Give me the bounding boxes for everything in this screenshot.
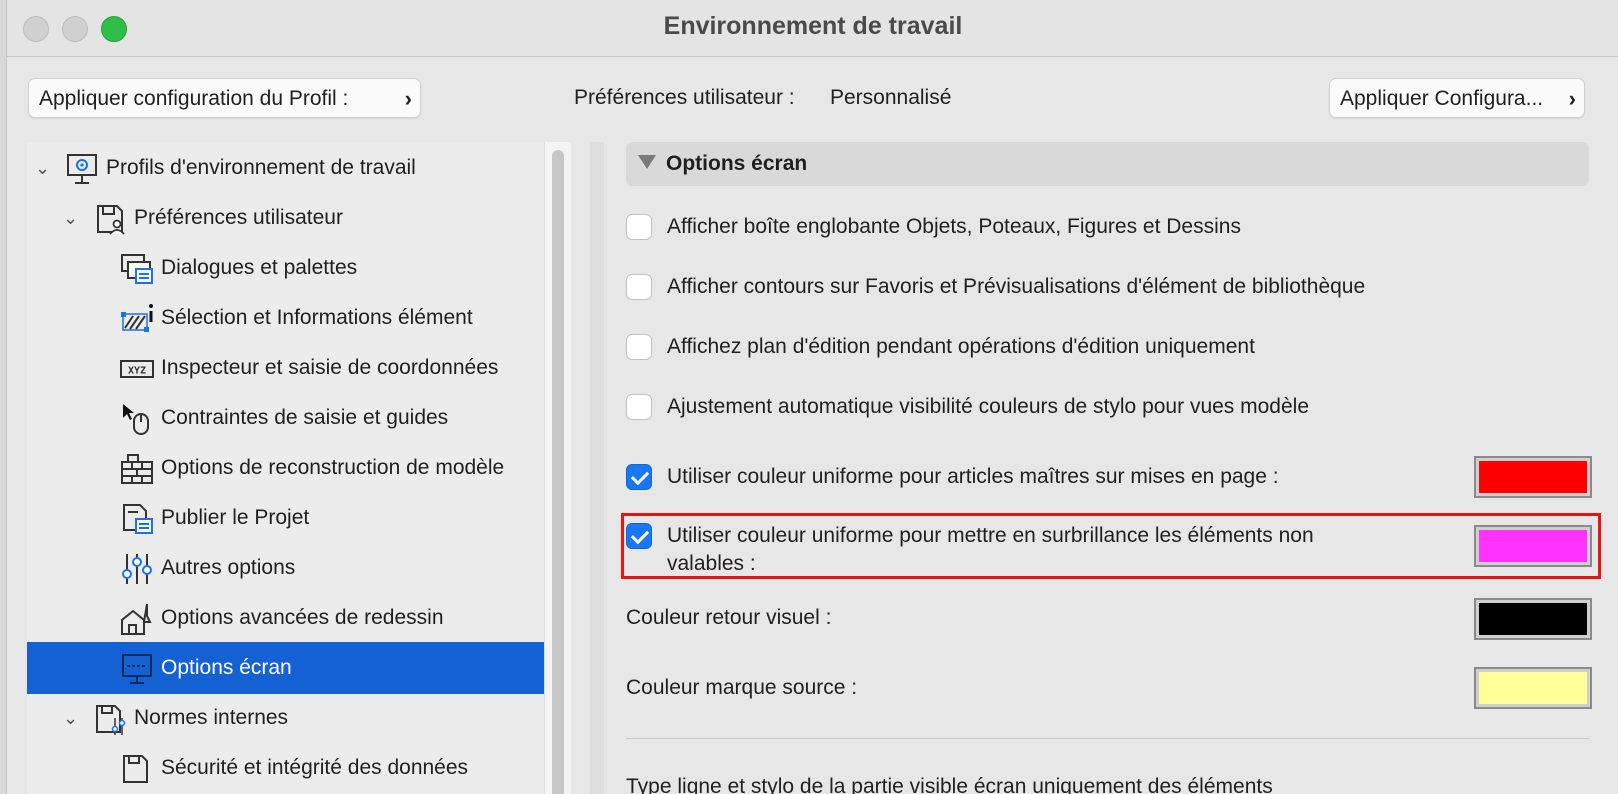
title-bar: Environnement de travail — [7, 0, 1618, 57]
disclosure-triangle-icon[interactable] — [638, 155, 656, 169]
feedback-color-label: Couleur retour visuel : — [626, 606, 832, 629]
chevron-right-icon: › — [404, 86, 412, 111]
option-label: Ajustement automatique visibilité couleu… — [667, 395, 1310, 418]
tree-item-workspace-profiles[interactable]: ⌄ Profils d'environnement de travail — [27, 142, 544, 194]
section-title: Options écran — [666, 152, 808, 175]
tree-item-label: Publier le Projet — [161, 506, 310, 529]
tree-item-label: Contraintes de saisie et guides — [161, 406, 449, 429]
option-library-outlines[interactable]: Afficher contours sur Favoris et Prévisu… — [626, 273, 1606, 301]
tree-item-advanced-redraw[interactable]: Options avancées de redessin — [27, 592, 544, 644]
master-items-color-swatch[interactable] — [1474, 456, 1592, 498]
option-label: Utiliser couleur uniforme pour mettre en… — [667, 522, 1314, 578]
publish-project-icon — [123, 504, 153, 534]
screen-options-section-header[interactable]: Options écran — [626, 142, 1589, 186]
tree-item-selection-info[interactable]: Sélection et Informations élément — [27, 292, 544, 344]
checkbox[interactable] — [626, 464, 652, 490]
chevron-right-icon: › — [1566, 79, 1576, 117]
invalid-highlight-color-swatch[interactable] — [1474, 525, 1592, 567]
tree-item-input-constraints[interactable]: Contraintes de saisie et guides — [27, 392, 544, 444]
window-title: Environnement de travail — [663, 12, 963, 40]
source-mark-color-label: Couleur marque source : — [626, 676, 858, 699]
chevron-down-icon[interactable]: ⌄ — [63, 192, 78, 244]
option-label-line-2: valables : — [667, 552, 756, 575]
checkbox[interactable] — [626, 394, 652, 420]
data-security-icon — [123, 755, 148, 783]
option-master-items-color[interactable]: Utiliser couleur uniforme pour articles … — [626, 463, 1606, 491]
color-fill — [1479, 603, 1587, 635]
settings-tree: ⌄ Profils d'environnement de travail ⌄ P… — [27, 142, 544, 794]
tree-item-label: Sélection et Informations élément — [161, 306, 473, 329]
apply-profile-button[interactable]: Appliquer configuration du Profil : › — [28, 78, 421, 118]
tree-item-label: Normes internes — [134, 706, 289, 729]
color-fill — [1479, 672, 1587, 704]
apply-configuration-label: Appliquer Configura... — [1340, 87, 1544, 110]
tree-item-label: Profils d'environnement de travail — [106, 156, 416, 179]
tree-item-label: Dialogues et palettes — [161, 256, 358, 279]
redraw-house-icon — [121, 603, 152, 635]
xyz-coordinates-icon: XYZ — [120, 360, 154, 378]
checkbox[interactable] — [626, 214, 652, 240]
option-label: Affichez plan d'édition pendant opératio… — [667, 335, 1255, 358]
visible-part-pen-label: Type ligne et stylo de la partie visible… — [626, 775, 1273, 794]
section-divider — [626, 738, 1589, 739]
internal-standards-icon — [96, 705, 126, 735]
tree-item-internal-standards[interactable]: ⌄ Normes internes — [27, 692, 544, 744]
profile-gear-icon — [67, 154, 97, 184]
tree-item-publish-project[interactable]: Publier le Projet — [27, 492, 544, 544]
user-prefs-value: Personnalisé — [830, 86, 952, 109]
tree-item-label: Autres options — [161, 556, 296, 579]
preferences-window: Environnement de travail Appliquer confi… — [6, 0, 1618, 794]
pane-divider[interactable] — [590, 142, 604, 794]
tree-item-dialogs-palettes[interactable]: Dialogues et palettes — [27, 242, 544, 294]
checkbox[interactable] — [626, 523, 652, 549]
option-invalid-highlight-color[interactable]: Utiliser couleur uniforme pour mettre en… — [626, 522, 1606, 578]
selection-info-icon — [121, 304, 153, 332]
checkbox[interactable] — [626, 334, 652, 360]
color-fill — [1479, 530, 1587, 562]
tree-item-data-security[interactable]: Sécurité et intégrité des données — [27, 742, 544, 794]
checkbox[interactable] — [626, 274, 652, 300]
tree-item-model-rebuild[interactable]: Options de reconstruction de modèle — [27, 442, 544, 494]
option-label: Afficher contours sur Favoris et Prévisu… — [667, 275, 1366, 298]
tree-scrollbar[interactable] — [544, 142, 571, 794]
tree-item-coordinates-inspector[interactable]: XYZ Inspecteur et saisie de coordonnées — [27, 342, 544, 394]
dialogs-palettes-icon — [121, 254, 153, 284]
brick-wall-icon — [121, 454, 153, 484]
tree-item-label: Sécurité et intégrité des données — [161, 756, 469, 779]
sliders-icon — [122, 554, 152, 584]
tree-scrollbar-thumb[interactable] — [552, 150, 564, 794]
apply-profile-label: Appliquer configuration du Profil : — [39, 87, 349, 110]
option-edit-plane[interactable]: Affichez plan d'édition pendant opératio… — [626, 333, 1606, 361]
tree-item-label: Options écran — [161, 656, 292, 679]
tree-item-label: Options de reconstruction de modèle — [161, 456, 505, 479]
chevron-down-icon[interactable]: ⌄ — [35, 142, 50, 194]
tree-item-screen-options[interactable]: Options écran — [27, 642, 544, 694]
apply-configuration-button[interactable]: Appliquer Configura... › — [1329, 78, 1585, 118]
tree-item-user-preferences[interactable]: ⌄ Préférences utilisateur — [27, 192, 544, 244]
user-prefs-label: Préférences utilisateur : — [574, 86, 795, 109]
cursor-mouse-icon — [123, 404, 149, 435]
color-fill — [1479, 461, 1587, 493]
user-prefs-icon — [97, 205, 125, 235]
option-label: Afficher boîte englobante Objets, Poteau… — [667, 215, 1241, 238]
svg-text:XYZ: XYZ — [128, 366, 146, 377]
option-bounding-box[interactable]: Afficher boîte englobante Objets, Poteau… — [626, 213, 1606, 241]
tree-item-label: Inspecteur et saisie de coordonnées — [161, 356, 499, 379]
option-pen-color-visibility[interactable]: Ajustement automatique visibilité couleu… — [626, 393, 1606, 421]
option-label-line-1: Utiliser couleur uniforme pour mettre en… — [667, 524, 1314, 547]
tree-item-label: Options avancées de redessin — [161, 606, 444, 629]
monitor-icon — [122, 654, 152, 684]
feedback-color-swatch[interactable] — [1474, 598, 1592, 640]
tree-item-other-options[interactable]: Autres options — [27, 542, 544, 594]
tree-item-label: Préférences utilisateur — [134, 206, 343, 229]
source-mark-color-swatch[interactable] — [1474, 667, 1592, 709]
option-label: Utiliser couleur uniforme pour articles … — [667, 465, 1279, 488]
chevron-down-icon[interactable]: ⌄ — [63, 692, 78, 744]
